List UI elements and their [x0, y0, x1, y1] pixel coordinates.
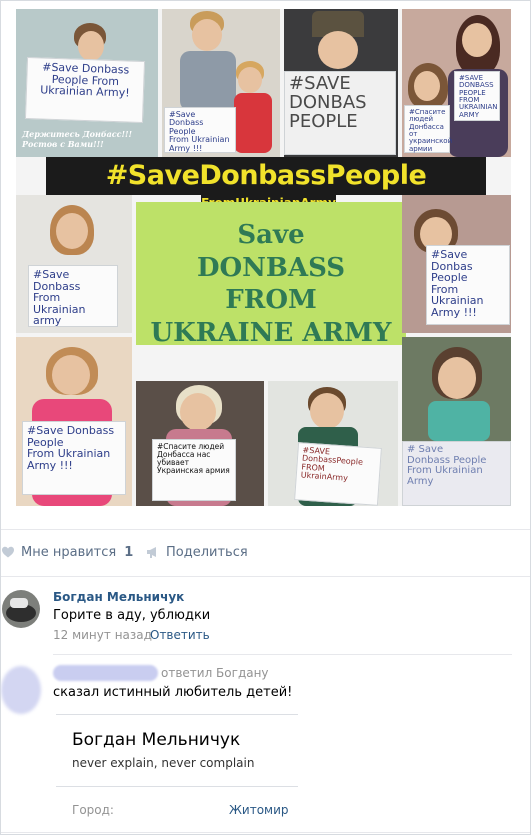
- divider: [53, 654, 512, 655]
- protest-sign: #Спасите людей Донбасса нас убивает Укра…: [152, 439, 236, 501]
- comment-author[interactable]: Богдан Мельничук: [53, 590, 184, 604]
- reply-to-label[interactable]: ответил Богдану: [161, 666, 269, 680]
- protest-sign: #Спасите людей Донбасса от украинской ар…: [404, 105, 452, 153]
- city-value[interactable]: Житомир: [229, 803, 289, 817]
- photo-tile: #Save Donbass People From Ukrainian Army…: [16, 9, 158, 157]
- photo-tile: #SAVE DONBAS PEOPLE: [284, 9, 398, 157]
- protest-sign: #Save Donbas People From Ukrainian Army …: [426, 245, 510, 325]
- divider: [1, 832, 530, 833]
- avatar[interactable]: [2, 590, 40, 628]
- protest-sign: #SAVE DonbassPeople FROM UkrainArmy: [294, 442, 382, 506]
- share-label: Поделиться: [166, 544, 248, 560]
- megaphone-icon: [146, 545, 160, 559]
- protest-sign: #Save Donbass From Ukrainian army: [28, 265, 118, 327]
- avatar[interactable]: [1, 666, 41, 714]
- card-top-border: [56, 714, 298, 715]
- post-frame: #Save Donbass People From Ukrainian Army…: [0, 0, 531, 835]
- protest-sign: #Save Donbass People From Ukrainian Army…: [164, 107, 236, 153]
- photo-tile: #Спасите людей Донбасса нас убивает Укра…: [136, 381, 264, 506]
- profile-card: Богдан Мельничук never explain, never co…: [56, 714, 298, 826]
- protest-sign: # Save Donbass People From Ukrainian Arm…: [402, 441, 511, 506]
- photo-tile: #Спасите людей Донбасса от украинской ар…: [402, 9, 511, 157]
- comment-text: Горите в аду, ублюдки: [53, 608, 211, 623]
- reply-link[interactable]: Ответить: [150, 628, 210, 642]
- comment-text: сказал истинный любитель детей!: [53, 685, 293, 700]
- card-status: never explain, never complain: [72, 756, 255, 770]
- card-divider: [56, 786, 298, 787]
- hashtag-banner: #SaveDonbassPeople: [46, 157, 486, 195]
- divider: [1, 576, 530, 577]
- like-button[interactable]: Мне нравится 1: [1, 537, 133, 567]
- comment-time[interactable]: 12 минут назад: [53, 628, 152, 642]
- post-image-collage[interactable]: #Save Donbass People From Ukrainian Army…: [16, 9, 511, 506]
- like-count: 1: [124, 544, 134, 560]
- photo-tile: #Save Donbass People From Ukrainian Army…: [16, 337, 132, 506]
- photo-caption: Держитесь Донбасс!!! Ростов с Вами!!!: [22, 129, 133, 149]
- like-label: Мне нравится: [21, 544, 117, 560]
- city-label: Город:: [72, 803, 114, 817]
- center-poster-text: Save DONBASS FROM UKRAINE ARMY: [150, 220, 392, 348]
- post-actions: Мне нравится 1 Поделиться: [1, 537, 530, 567]
- photo-tile: # Save Donbass People From Ukrainian Arm…: [402, 337, 511, 506]
- photo-tile: #Save Donbass From Ukrainian army: [16, 195, 132, 333]
- protest-sign: #SAVE DONBAS PEOPLE: [284, 71, 396, 155]
- protest-sign: #SAVE DONBASS PEOPLE FROM UKRAINIAN ARMY: [454, 71, 500, 121]
- photo-tile: #Save Donbass People From Ukrainian Army…: [162, 9, 280, 157]
- protest-sign: #Save Donbass People From Ukrainian Army…: [24, 56, 146, 124]
- comment-author-redacted: [53, 665, 158, 681]
- photo-tile: #Save Donbas People From Ukrainian Army …: [402, 195, 511, 333]
- divider: [1, 529, 530, 530]
- card-name: Богдан Мельничук: [72, 730, 241, 750]
- heart-icon: [1, 545, 15, 559]
- share-button[interactable]: Поделиться: [146, 537, 248, 567]
- protest-sign: #Save Donbass People From Ukrainian Army…: [22, 421, 126, 495]
- photo-tile: #SAVE DonbassPeople FROM UkrainArmy: [268, 381, 398, 506]
